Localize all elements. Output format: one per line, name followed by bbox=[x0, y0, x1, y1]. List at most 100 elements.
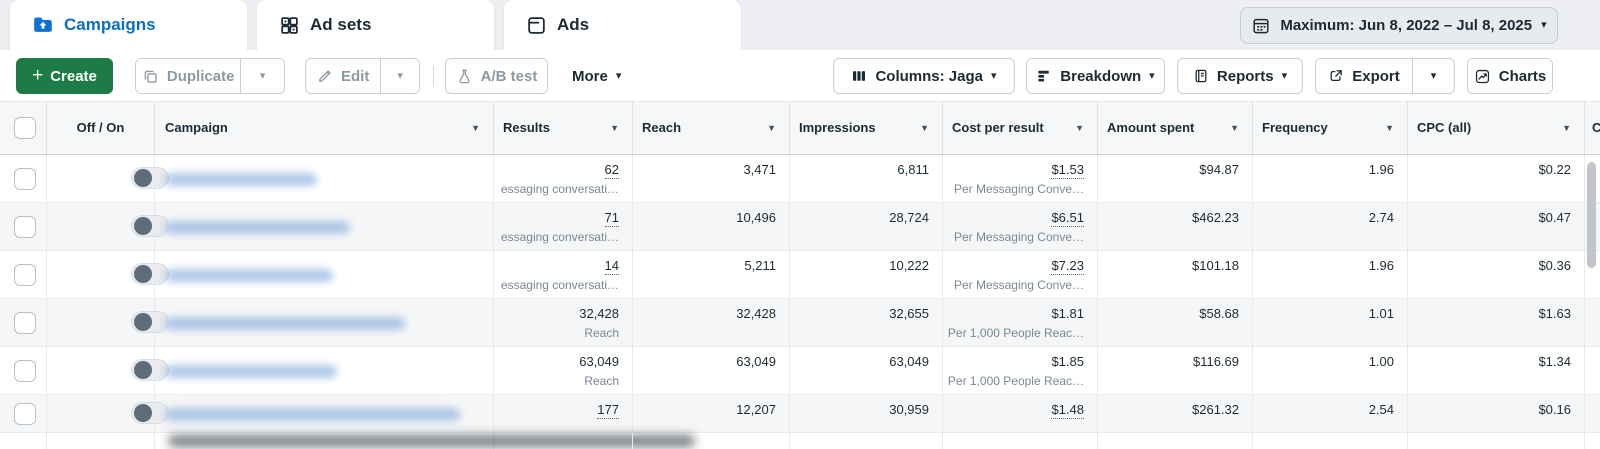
results-note: Messaging conversati… bbox=[501, 278, 619, 292]
vertical-scrollbar[interactable] bbox=[1587, 162, 1596, 268]
campaign-name-blurred[interactable] bbox=[165, 268, 333, 282]
row-checkbox[interactable] bbox=[14, 168, 36, 190]
cell-select bbox=[0, 203, 47, 250]
campaign-name-blurred[interactable] bbox=[165, 364, 337, 378]
column-header-impressions[interactable]: Impressions ▼ bbox=[790, 102, 943, 154]
column-header-select bbox=[0, 102, 47, 154]
sort-caret-icon: ▼ bbox=[1385, 123, 1394, 133]
duplicate-split-button: Duplicate ▾ bbox=[135, 58, 285, 94]
reports-icon bbox=[1193, 68, 1209, 84]
cell-amount_spent-value: $462.23 bbox=[1192, 210, 1239, 225]
results-note: Messaging conversati… bbox=[501, 230, 619, 244]
results-note-clip: Reach bbox=[493, 326, 619, 341]
column-header-cost_per_result[interactable]: Cost per result ▼ bbox=[943, 102, 1098, 154]
ab-test-button[interactable]: A/B test bbox=[445, 58, 548, 94]
cell-cpc: $1.63 bbox=[1408, 299, 1585, 346]
column-header-reach[interactable]: Reach ▼ bbox=[633, 102, 790, 154]
column-header-label: Campaign bbox=[165, 120, 228, 135]
column-header-partial[interactable]: C bbox=[1585, 102, 1600, 154]
cell-results-value: 63,049 bbox=[579, 354, 619, 369]
cell-off_on bbox=[47, 299, 169, 346]
cell-partial bbox=[1585, 347, 1600, 394]
campaign-name-blurred[interactable] bbox=[165, 407, 460, 421]
cost-per-result-note: Per 1,000 People Reac… bbox=[947, 374, 1084, 388]
column-header-label: Reach bbox=[642, 120, 682, 135]
export-button[interactable]: Export bbox=[1316, 59, 1412, 93]
row-checkbox[interactable] bbox=[14, 264, 36, 286]
chevron-down-icon: ▾ bbox=[1541, 19, 1547, 31]
columns-button[interactable]: Columns: Jaga ▾ bbox=[833, 58, 1015, 94]
edit-label: Edit bbox=[341, 67, 370, 85]
charts-button[interactable]: Charts bbox=[1467, 58, 1553, 94]
column-header-amount_spent[interactable]: Amount spent ▼ bbox=[1098, 102, 1253, 154]
cell-cost-per-result-value: $1.48 bbox=[1051, 402, 1084, 419]
date-range-button[interactable]: Maximum: Jun 8, 2022 – Jul 8, 2025 ▾ bbox=[1240, 7, 1558, 44]
cost-per-result-note: Per Messaging Conve… bbox=[953, 182, 1084, 196]
column-header-off_on[interactable]: Off / On bbox=[47, 102, 155, 154]
chevron-down-icon: ▾ bbox=[615, 69, 622, 82]
create-button[interactable]: + Create bbox=[16, 58, 113, 94]
cell-results-value: 32,428 bbox=[579, 306, 619, 321]
campaigns-folder-icon bbox=[32, 14, 54, 36]
row-checkbox[interactable] bbox=[14, 216, 36, 238]
row-checkbox[interactable] bbox=[14, 312, 36, 334]
campaign-name-blurred[interactable] bbox=[165, 220, 350, 234]
cell-partial bbox=[1585, 433, 1600, 449]
cell-amount_spent: $58.68 bbox=[1098, 299, 1253, 346]
duplicate-button[interactable]: Duplicate bbox=[136, 59, 240, 93]
cell-select bbox=[0, 251, 47, 298]
cell-off_on bbox=[47, 251, 169, 298]
row-checkbox[interactable] bbox=[14, 403, 36, 425]
cell-reach-value: 63,049 bbox=[736, 354, 776, 369]
cell-amount_spent-value: $58.68 bbox=[1199, 306, 1239, 321]
cell-amount_spent-value: $261.32 bbox=[1192, 402, 1239, 417]
cell-select bbox=[0, 433, 47, 449]
cell-results bbox=[494, 433, 633, 449]
campaign-name-blurred[interactable] bbox=[165, 172, 317, 186]
ad-sets-grid-icon bbox=[279, 15, 300, 36]
ab-test-label: A/B test bbox=[480, 67, 538, 85]
cell-cost_per_result: $1.81 Per 1,000 People Reac… bbox=[943, 299, 1098, 346]
reports-button[interactable]: Reports ▾ bbox=[1177, 58, 1303, 94]
cost-per-result-note: Per Messaging Conve… bbox=[953, 278, 1084, 292]
cell-impressions-value: 63,049 bbox=[889, 354, 929, 369]
cell-cpc: $0.22 bbox=[1408, 155, 1585, 202]
select-all-checkbox[interactable] bbox=[14, 117, 36, 139]
cell-impressions: 63,049 bbox=[790, 347, 943, 394]
edit-button[interactable]: Edit bbox=[306, 59, 380, 93]
column-header-label: Results bbox=[503, 120, 550, 135]
export-split-button: Export ▾ bbox=[1315, 58, 1455, 94]
charts-label: Charts bbox=[1498, 67, 1547, 85]
cell-results: 14 Messaging conversati… bbox=[494, 251, 633, 298]
cell-cpc-value: $1.34 bbox=[1538, 354, 1571, 369]
edit-dropdown[interactable]: ▾ bbox=[380, 59, 419, 93]
columns-label: Columns: Jaga bbox=[875, 67, 983, 85]
column-header-frequency[interactable]: Frequency ▼ bbox=[1253, 102, 1408, 154]
cell-reach bbox=[633, 433, 790, 449]
cell-amount_spent: $261.32 bbox=[1098, 395, 1253, 432]
breakdown-icon bbox=[1036, 68, 1052, 84]
cell-campaign bbox=[155, 395, 494, 432]
tab-ads[interactable]: Ads bbox=[504, 0, 741, 50]
cell-select bbox=[0, 299, 47, 346]
cell-cost_per_result bbox=[943, 433, 1098, 449]
row-checkbox[interactable] bbox=[14, 360, 36, 382]
cost-per-result-note-clip: Per Messaging Conve… bbox=[944, 278, 1084, 293]
campaign-name-blurred[interactable] bbox=[165, 316, 405, 330]
duplicate-dropdown[interactable]: ▾ bbox=[240, 59, 284, 93]
column-header-results[interactable]: Results ▼ bbox=[494, 102, 633, 154]
chevron-down-icon: ▾ bbox=[1149, 69, 1155, 82]
more-button[interactable]: More ▾ bbox=[572, 58, 621, 94]
tab-campaigns[interactable]: Campaigns bbox=[10, 0, 247, 50]
breakdown-button[interactable]: Breakdown ▾ bbox=[1026, 58, 1165, 94]
table-row: 71 Messaging conversati… 10,496 28,724 $6.51… bbox=[0, 203, 1600, 251]
cost-per-result-note: Per Messaging Conve… bbox=[953, 230, 1084, 244]
cell-cost-per-result-value: $1.85 bbox=[1051, 354, 1084, 369]
cell-cpc-value: $0.22 bbox=[1538, 162, 1571, 177]
tab-ad-sets[interactable]: Ad sets bbox=[257, 0, 494, 50]
column-header-campaign[interactable]: Campaign ▼ bbox=[155, 102, 494, 154]
column-header-cpc[interactable]: CPC (all) ▼ bbox=[1408, 102, 1585, 154]
pencil-icon bbox=[317, 68, 333, 84]
export-dropdown[interactable]: ▾ bbox=[1412, 59, 1454, 93]
cell-reach-value: 12,207 bbox=[736, 402, 776, 417]
